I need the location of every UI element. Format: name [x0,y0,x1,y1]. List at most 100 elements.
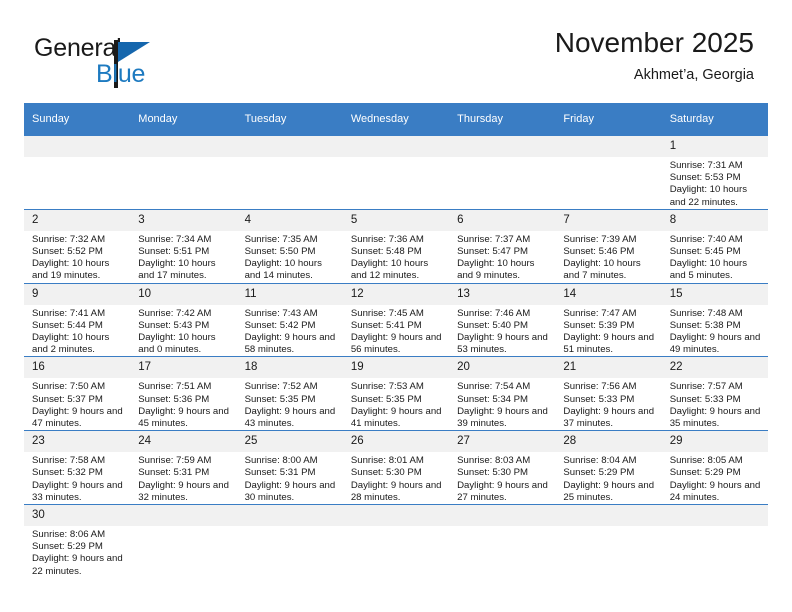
weekday-header-monday: Monday [130,103,237,136]
calendar-page: General Blue November 2025 Akhmet’a, Geo… [0,0,792,612]
sunrise-text: Sunrise: 7:43 AM [244,307,318,319]
sunrise-text: Sunrise: 7:50 AM [32,381,106,393]
day-number-placeholder [130,136,237,157]
sunset-text: Sunset: 5:51 PM [138,246,210,258]
calendar-day-cell[interactable]: 10 Sunrise: 7:42 AM Sunset: 5:43 PM Dayligh… [130,282,237,357]
weekday-header-saturday: Saturday [661,103,768,136]
calendar-day-cell[interactable]: 14 Sunrise: 7:47 AM Sunset: 5:39 PM Dayligh… [555,282,662,357]
page-subtitle: Akhmet’a, Georgia [633,67,754,83]
calendar-day-cell[interactable]: 29 Sunrise: 8:05 AM Sunset: 5:29 PM Dayligh… [661,430,768,505]
day-number: 29 [661,431,768,453]
day-details: Sunrise: 7:53 AM Sunset: 5:35 PM Daylight:… [343,378,449,430]
calendar-day-cell[interactable]: 9 Sunrise: 7:41 AM Sunset: 5:44 PM Daylight… [24,282,131,357]
day-number-placeholder [24,136,131,157]
sunset-text: Sunset: 5:42 PM [244,319,316,331]
sunset-text: Sunset: 5:30 PM [350,467,422,479]
day-number-placeholder [449,505,556,527]
calendar-week-row: 9 Sunrise: 7:41 AM Sunset: 5:44 PM Daylight… [24,282,768,357]
calendar-day-cell[interactable]: 4 Sunrise: 7:35 AM Sunset: 5:50 PM Daylight… [236,208,343,284]
day-details: Sunrise: 7:41 AM Sunset: 5:44 PM Daylight:… [24,305,130,357]
sunset-text: Sunset: 5:29 PM [32,541,103,553]
day-details: Sunrise: 8:01 AM Sunset: 5:30 PM Daylight:… [343,452,449,504]
calendar-day-cell[interactable]: 26 Sunrise: 8:01 AM Sunset: 5:30 PM Dayligh… [342,430,450,505]
calendar-day-cell[interactable]: 21 Sunrise: 7:56 AM Sunset: 5:33 PM Dayligh… [555,356,662,431]
day-number-placeholder [661,505,768,527]
page-title: November 2025 [554,27,754,58]
day-number: 4 [236,209,343,231]
day-number: 18 [236,357,343,379]
day-details: Sunrise: 7:36 AM Sunset: 5:48 PM Daylight:… [343,231,449,283]
calendar-day-cell[interactable]: 24 Sunrise: 7:59 AM Sunset: 5:31 PM Dayligh… [130,430,237,505]
sunrise-text: Sunrise: 8:03 AM [457,455,531,467]
calendar-cell-empty [449,504,556,578]
sunset-text: Sunset: 5:48 PM [350,246,422,258]
calendar-day-cell[interactable]: 27 Sunrise: 8:03 AM Sunset: 5:30 PM Dayligh… [449,430,556,505]
general-blue-logo[interactable]: General Blue [34,34,214,92]
calendar-day-cell[interactable]: 12 Sunrise: 7:45 AM Sunset: 5:41 PM Dayligh… [342,282,450,357]
calendar-day-cell[interactable]: 23 Sunrise: 7:58 AM Sunset: 5:32 PM Dayligh… [24,430,131,505]
calendar-day-cell[interactable]: 5 Sunrise: 7:36 AM Sunset: 5:48 PM Daylight… [342,208,450,284]
daylight-text: Daylight: 9 hours and 27 minutes. [457,479,548,503]
calendar-day-cell[interactable]: 18 Sunrise: 7:52 AM Sunset: 5:35 PM Dayligh… [236,356,343,431]
daylight-text: Daylight: 9 hours and 58 minutes. [244,332,336,356]
day-number: 3 [130,209,237,231]
day-details: Sunrise: 7:52 AM Sunset: 5:35 PM Daylight:… [237,378,343,430]
sunset-text: Sunset: 5:46 PM [563,246,635,258]
sunrise-text: Sunrise: 7:47 AM [563,307,637,319]
sunrise-text: Sunrise: 8:05 AM [669,455,743,467]
daylight-text: Daylight: 10 hours and 2 minutes. [32,332,110,356]
day-number: 25 [236,431,343,453]
day-number: 26 [342,431,450,453]
calendar-day-cell[interactable]: 2 Sunrise: 7:32 AM Sunset: 5:52 PM Daylight… [24,208,131,284]
sunset-text: Sunset: 5:41 PM [350,319,422,331]
calendar-day-cell[interactable]: 17 Sunrise: 7:51 AM Sunset: 5:36 PM Dayligh… [130,356,237,431]
day-number: 21 [555,357,662,379]
sunset-text: Sunset: 5:35 PM [350,393,422,405]
sunrise-text: Sunrise: 7:37 AM [457,233,531,245]
calendar-day-cell[interactable]: 13 Sunrise: 7:46 AM Sunset: 5:40 PM Dayligh… [449,282,556,357]
sunset-text: Sunset: 5:45 PM [669,246,741,258]
sunset-text: Sunset: 5:39 PM [563,319,635,331]
day-number-placeholder [236,505,343,527]
sunset-text: Sunset: 5:33 PM [563,393,635,405]
day-details: Sunrise: 7:57 AM Sunset: 5:33 PM Daylight:… [662,378,768,430]
sunrise-text: Sunrise: 7:57 AM [669,381,743,393]
calendar-day-cell[interactable]: 16 Sunrise: 7:50 AM Sunset: 5:37 PM Dayligh… [24,356,131,431]
day-details: Sunrise: 7:46 AM Sunset: 5:40 PM Daylight:… [449,305,555,357]
daylight-text: Daylight: 9 hours and 28 minutes. [350,479,442,503]
calendar-day-cell[interactable]: 15 Sunrise: 7:48 AM Sunset: 5:38 PM Dayligh… [661,282,768,357]
sunrise-sunset-calendar: Sunday Monday Tuesday Wednesday Thursday… [24,103,768,578]
sunset-text: Sunset: 5:52 PM [32,246,103,258]
day-details: Sunrise: 7:31 AM Sunset: 5:53 PM Daylight:… [662,157,768,209]
sunset-text: Sunset: 5:43 PM [138,319,210,331]
day-number: 6 [449,209,556,231]
calendar-day-cell[interactable]: 19 Sunrise: 7:53 AM Sunset: 5:35 PM Dayligh… [342,356,450,431]
calendar-day-cell[interactable]: 1 Sunrise: 7:31 AM Sunset: 5:53 PM Daylight… [661,135,768,210]
title-block: November 2025 Akhmet’a, Georgia [555,26,754,86]
day-details: Sunrise: 7:47 AM Sunset: 5:39 PM Daylight:… [555,305,661,357]
day-number: 16 [24,357,131,379]
calendar-day-cell[interactable]: 28 Sunrise: 8:04 AM Sunset: 5:29 PM Dayligh… [555,430,662,505]
daylight-text: Daylight: 9 hours and 53 minutes. [457,332,548,356]
calendar-day-cell[interactable]: 6 Sunrise: 7:37 AM Sunset: 5:47 PM Daylight… [449,208,556,284]
calendar-day-cell[interactable]: 30 Sunrise: 8:06 AM Sunset: 5:29 PM Dayligh… [24,504,131,578]
sunrise-text: Sunrise: 7:32 AM [32,233,106,245]
calendar-day-cell[interactable]: 3 Sunrise: 7:34 AM Sunset: 5:51 PM Daylight… [130,208,237,284]
sunrise-text: Sunrise: 7:48 AM [669,307,743,319]
weekday-header-row: Sunday Monday Tuesday Wednesday Thursday… [24,103,768,136]
day-number: 19 [342,357,450,379]
calendar-day-cell[interactable]: 20 Sunrise: 7:54 AM Sunset: 5:34 PM Dayligh… [449,356,556,431]
day-details: Sunrise: 8:03 AM Sunset: 5:30 PM Daylight:… [449,452,555,504]
calendar-day-cell[interactable]: 8 Sunrise: 7:40 AM Sunset: 5:45 PM Daylight… [661,208,768,284]
day-number-placeholder [236,136,343,157]
calendar-day-cell[interactable]: 25 Sunrise: 8:00 AM Sunset: 5:31 PM Dayligh… [236,430,343,505]
calendar-week-row: 30 Sunrise: 8:06 AM Sunset: 5:29 PM Dayligh… [24,504,768,578]
sunset-text: Sunset: 5:37 PM [32,393,103,405]
daylight-text: Daylight: 9 hours and 33 minutes. [32,479,123,503]
calendar-day-cell[interactable]: 7 Sunrise: 7:39 AM Sunset: 5:46 PM Daylight… [555,208,662,284]
sunrise-text: Sunrise: 7:34 AM [138,233,212,245]
calendar-day-cell[interactable]: 22 Sunrise: 7:57 AM Sunset: 5:33 PM Dayligh… [661,356,768,431]
weekday-header-sunday: Sunday [24,103,131,136]
day-details: Sunrise: 7:40 AM Sunset: 5:45 PM Daylight:… [662,231,768,283]
calendar-day-cell[interactable]: 11 Sunrise: 7:43 AM Sunset: 5:42 PM Dayligh… [236,282,343,357]
